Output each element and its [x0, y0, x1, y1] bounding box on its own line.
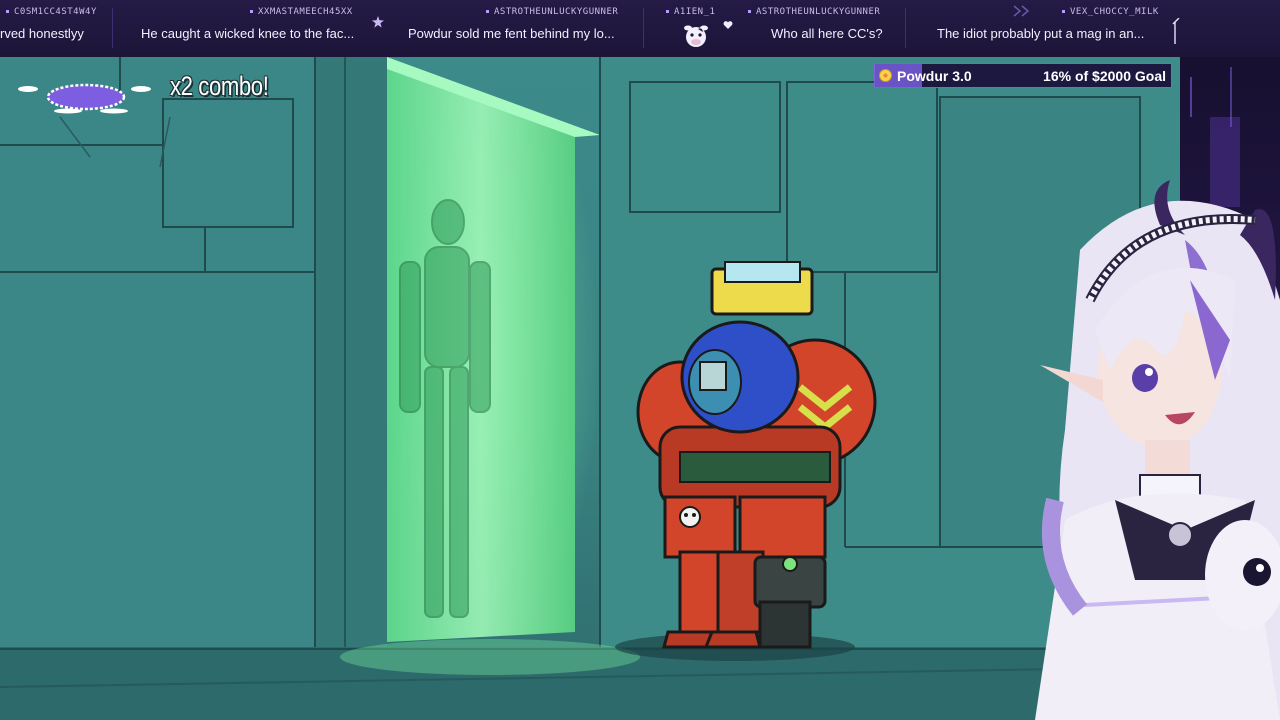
- chat-username: ASTROTHEUNLUCKYGUNNER: [486, 7, 618, 17]
- chat-username: XXMASTAMEECH45XX: [250, 7, 353, 17]
- arrow-icon: [1013, 5, 1030, 17]
- ticker-divider: [643, 8, 644, 48]
- heart-icon: [723, 21, 733, 29]
- chat-text: Who all here CC's?: [771, 26, 883, 41]
- chat-username: A1IEN_1: [666, 7, 715, 17]
- combo-counter: x2 combo!: [170, 71, 269, 101]
- pencil-icon: [1172, 18, 1180, 44]
- coin-icon: [879, 69, 892, 82]
- chat-username: VEX_CHOCCY_MILK: [1062, 7, 1159, 17]
- vtuber-avatar: [1035, 180, 1280, 720]
- goal-name: Powdur 3.0: [897, 67, 972, 84]
- chat-ticker: C0SM1CC4ST4W4Y rved honestlyy XXMASTAMEE…: [0, 0, 1280, 58]
- chat-username: ASTROTHEUNLUCKYGUNNER: [748, 7, 880, 17]
- chat-text: The idiot probably put a mag in an...: [937, 26, 1145, 41]
- goal-progress-text: 16% of $2000 Goal: [1043, 67, 1166, 84]
- donation-goal-bar: Powdur 3.0 16% of $2000 Goal: [874, 63, 1172, 88]
- chat-username: C0SM1CC4ST4W4Y: [6, 7, 97, 17]
- combo-badge-icon: [18, 83, 151, 114]
- chat-text: Powdur sold me fent behind my lo...: [408, 26, 615, 41]
- ticker-divider: [905, 8, 906, 48]
- chat-text: He caught a wicked knee to the fac...: [141, 26, 355, 41]
- cow-icon: [684, 25, 708, 47]
- star-icon: [372, 16, 384, 28]
- chat-text: rved honestlyy: [0, 26, 84, 41]
- ticker-divider: [112, 8, 113, 48]
